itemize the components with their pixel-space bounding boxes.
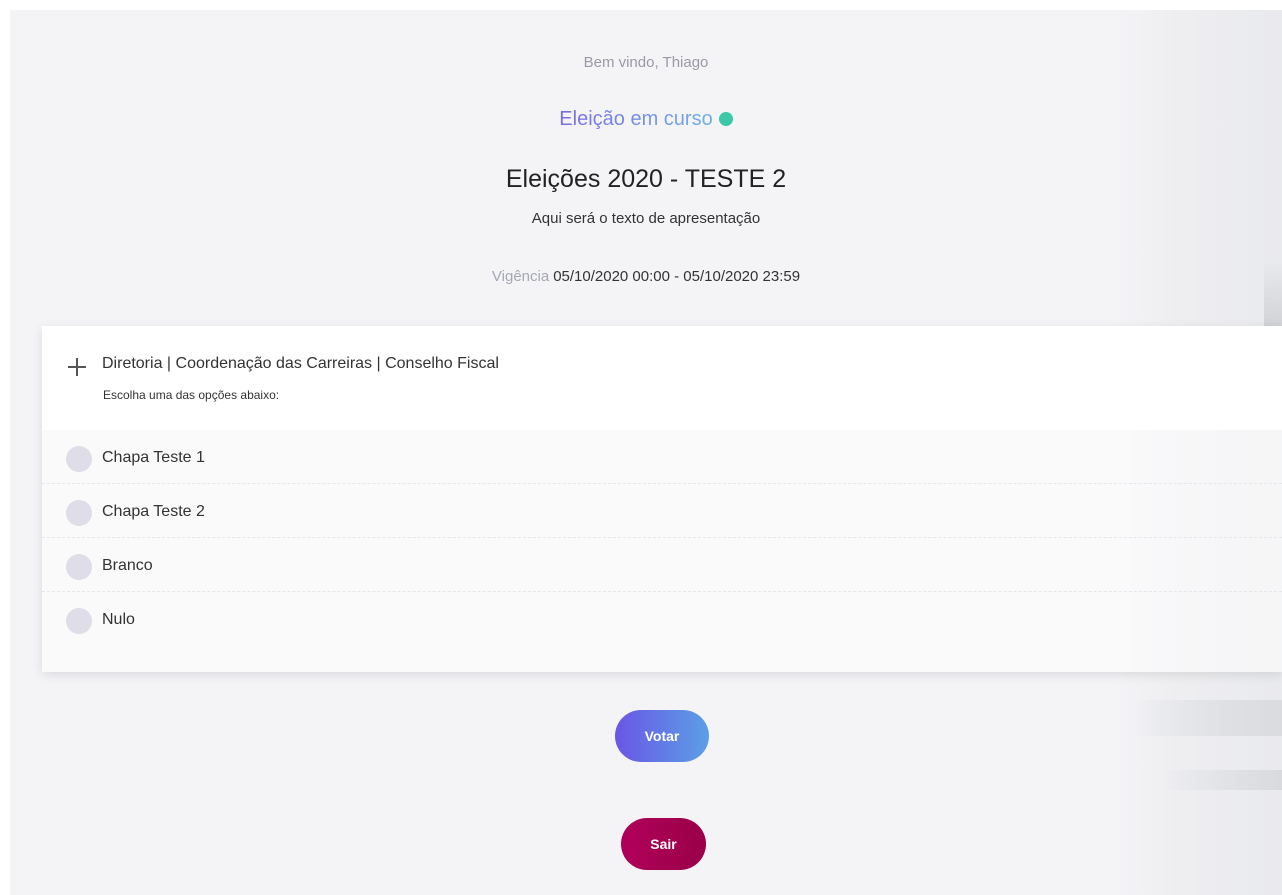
election-status: Eleição em curso	[10, 108, 1282, 131]
welcome-message: Bem vindo, Thiago	[583, 54, 709, 71]
validity-label: Vigência	[491, 268, 550, 285]
status-dot-icon	[718, 112, 733, 126]
ballot-options: Chapa Teste 1 Chapa Teste 2 Branco Nulo	[42, 430, 1282, 646]
background-photo-detail	[1132, 700, 1282, 736]
option-nulo[interactable]: Nulo	[42, 592, 1282, 646]
validity-value: 05/10/2020 00:00 - 05/10/2020 23:59	[553, 268, 801, 285]
election-status-text: Eleição em curso	[559, 108, 713, 130]
radio-button[interactable]	[66, 554, 92, 580]
radio-button[interactable]	[66, 608, 92, 634]
option-chapa-teste-2[interactable]: Chapa Teste 2	[42, 484, 1282, 538]
exit-button[interactable]: Sair	[621, 818, 706, 870]
option-chapa-teste-1[interactable]: Chapa Teste 1	[42, 430, 1282, 484]
option-label: Chapa Teste 1	[102, 449, 205, 466]
radio-button[interactable]	[66, 500, 92, 526]
background-photo-detail	[1162, 770, 1282, 790]
election-description: Aqui será o texto de apresentação	[531, 210, 761, 227]
option-label: Branco	[102, 557, 153, 574]
option-branco[interactable]: Branco	[42, 538, 1282, 592]
ballot-title: Diretoria | Coordenação das Carreiras | …	[102, 355, 499, 372]
plus-icon[interactable]	[68, 358, 86, 376]
radio-button[interactable]	[66, 446, 92, 472]
ballot-card: Diretoria | Coordenação das Carreiras | …	[42, 326, 1282, 672]
page-background: Bem vindo, Thiago Eleição em curso Eleiç…	[10, 10, 1282, 895]
election-title: Eleições 2020 - TESTE 2	[505, 165, 787, 193]
ballot-header[interactable]: Diretoria | Coordenação das Carreiras | …	[42, 326, 1282, 430]
ballot-instruction: Escolha uma das opções abaixo:	[103, 388, 280, 402]
option-label: Chapa Teste 2	[102, 503, 205, 520]
option-label: Nulo	[102, 611, 135, 628]
validity-period: Vigência 05/10/2020 00:00 - 05/10/2020 23…	[10, 268, 1282, 285]
vote-button[interactable]: Votar	[615, 710, 709, 762]
